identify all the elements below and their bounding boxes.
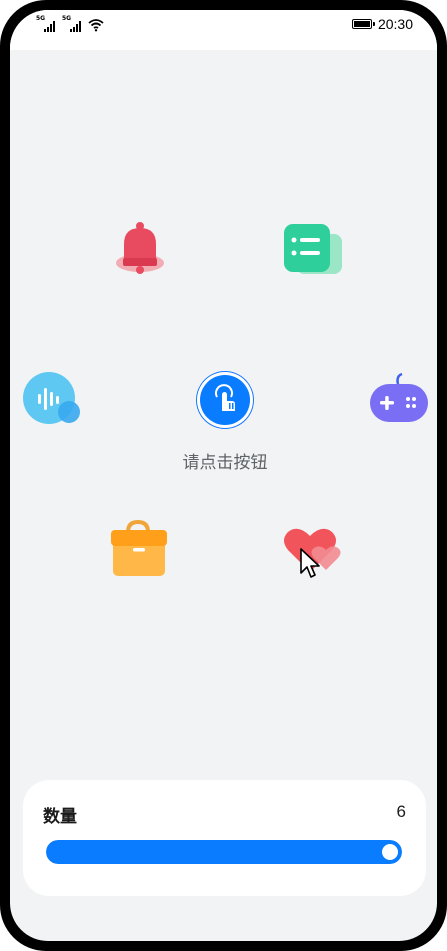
touch-button[interactable]: [196, 371, 254, 429]
list-app-icon[interactable]: [280, 220, 346, 280]
quantity-slider[interactable]: [46, 840, 402, 864]
quantity-label: 数量: [43, 807, 77, 827]
device-frame: 5G 5G 20:30 请点击按钮 数量 6: [0, 0, 447, 951]
screen: 5G 5G 20:30 请点击按钮 数量 6: [10, 10, 437, 941]
clock: 20:30: [377, 16, 413, 32]
quantity-slider-thumb[interactable]: [382, 844, 398, 860]
wifi-icon: [88, 19, 104, 32]
hint-text: 请点击按钮: [182, 453, 268, 473]
bell-icon[interactable]: [110, 218, 170, 278]
toolbox-icon[interactable]: [108, 518, 170, 580]
quantity-slider-fill: [46, 840, 402, 864]
battery-icon: [351, 19, 375, 29]
status-right: 20:30: [351, 16, 413, 32]
quantity-card: 数量 6: [23, 780, 426, 896]
network-type-label: 5G: [36, 15, 46, 22]
gamepad-icon[interactable]: [368, 370, 430, 426]
status-left: 5G 5G: [36, 16, 104, 32]
touch-button-fill: [200, 375, 250, 425]
cellular-signal-icon: 5G: [36, 16, 58, 32]
network-type-label: 5G: [62, 15, 72, 22]
status-bar: 5G 5G 20:30: [10, 10, 437, 50]
voice-icon[interactable]: [21, 370, 85, 430]
quantity-value: 6: [396, 802, 406, 821]
mouse-cursor-icon: [300, 548, 320, 578]
touch-icon: [215, 384, 235, 411]
cellular-signal-icon: 5G: [62, 16, 84, 32]
